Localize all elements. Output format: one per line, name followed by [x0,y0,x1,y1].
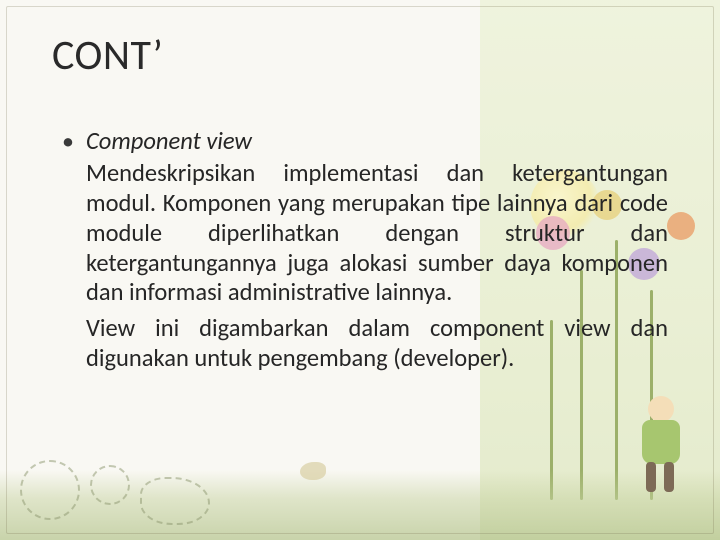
bullet-item: Component view Mendeskripsikan implement… [56,127,668,374]
bullet-heading: Component view [86,127,668,157]
slide-title: CONT’ [52,30,668,81]
slide-content: CONT’ Component view Mendeskripsikan imp… [0,0,720,540]
bullet-paragraph: View ini digambarkan dalam component vie… [86,314,668,374]
slide-body: Component view Mendeskripsikan implement… [52,127,668,374]
bullet-list: Component view Mendeskripsikan implement… [52,127,668,374]
bullet-paragraph: Mendeskripsikan implementasi dan keterga… [86,159,668,308]
